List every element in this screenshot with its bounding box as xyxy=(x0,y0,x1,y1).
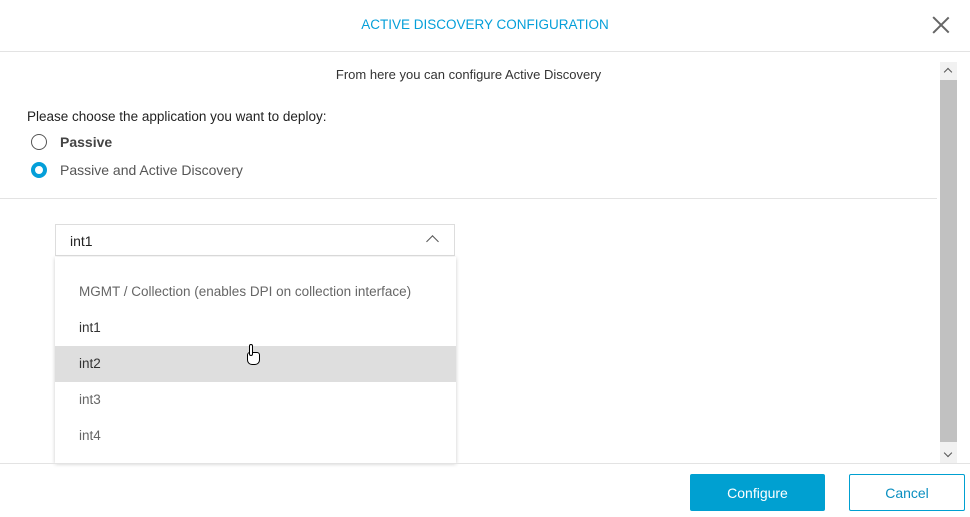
dialog-header: ACTIVE DISCOVERY CONFIGURATION xyxy=(0,0,970,52)
chevron-up-icon xyxy=(426,235,439,248)
select-value: int1 xyxy=(70,233,93,249)
deploy-prompt: Please choose the application you want t… xyxy=(27,109,327,124)
scroll-up-icon[interactable] xyxy=(943,67,953,77)
scrollbar[interactable] xyxy=(940,62,957,463)
scroll-down-icon[interactable] xyxy=(943,448,953,458)
dialog-title: ACTIVE DISCOVERY CONFIGURATION xyxy=(361,17,609,32)
radio-icon xyxy=(31,134,47,150)
radio-passive[interactable]: Passive xyxy=(31,134,112,150)
dialog-subtitle: From here you can configure Active Disco… xyxy=(335,67,602,82)
cancel-button[interactable]: Cancel xyxy=(849,474,965,511)
option-mgmt[interactable]: MGMT / Collection (enables DPI on collec… xyxy=(55,274,456,310)
scrollbar-thumb[interactable] xyxy=(940,80,957,442)
radio-label: Passive and Active Discovery xyxy=(60,162,243,178)
option-int1[interactable]: int1 xyxy=(55,310,456,346)
radio-passive-active[interactable]: Passive and Active Discovery xyxy=(31,162,243,178)
interface-select[interactable]: int1 xyxy=(55,224,455,256)
close-icon[interactable] xyxy=(930,14,952,36)
dialog-footer xyxy=(0,463,970,464)
option-int4[interactable]: int4 xyxy=(55,418,456,454)
configure-button[interactable]: Configure xyxy=(690,474,825,511)
option-int3[interactable]: int3 xyxy=(55,382,456,418)
divider xyxy=(0,198,937,199)
radio-label: Passive xyxy=(60,134,113,150)
radio-checked-icon xyxy=(31,162,47,178)
hand-cursor-icon xyxy=(246,344,260,366)
